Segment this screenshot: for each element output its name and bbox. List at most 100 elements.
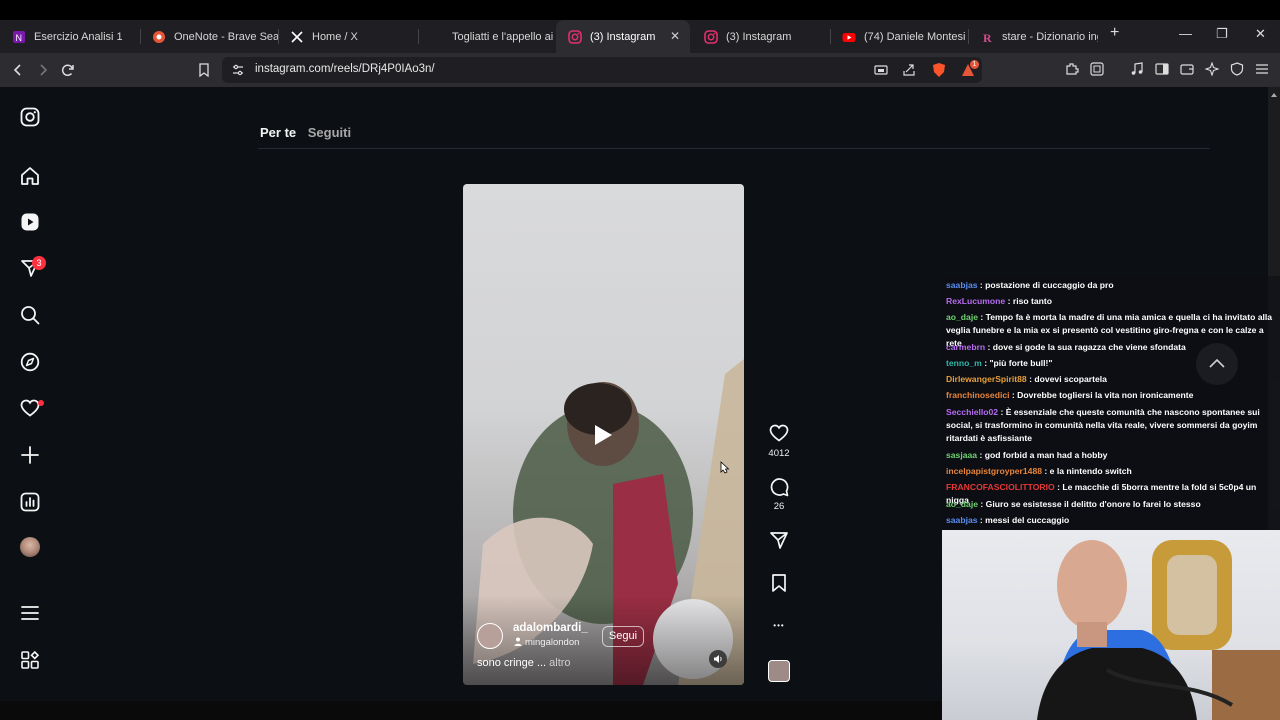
notifications-heart-icon[interactable] [20,398,40,418]
chat-message: franchinosedici : Dovrebbe togliersi la … [946,389,1278,402]
like-heart-icon[interactable] [769,423,789,443]
chat-username: ao_daje [946,499,979,509]
audio-label[interactable]: mingalondon [514,637,579,648]
webcam-feed [1037,540,1280,720]
chat-text: : "più forte bull!" [981,358,1053,368]
close-tab-icon[interactable]: ✕ [670,29,680,43]
chat-text: : e la nintendo switch [1042,466,1132,476]
audio-name: mingalondon [525,637,580,648]
save-bookmark-icon[interactable] [769,573,789,593]
caption-more-link[interactable]: altro [549,657,570,669]
home-icon[interactable] [20,166,40,186]
vpn-icon[interactable] [1230,62,1244,76]
tab-home-x[interactable]: Home / X [278,20,418,53]
minimize-button[interactable]: — [1179,26,1192,41]
tab-title: OneNote - Brave Sear [174,30,278,43]
comment-icon[interactable] [769,477,789,497]
also-from-meta-icon[interactable] [20,650,40,670]
tab-title: stare - Dizionario ingl [1002,30,1098,43]
maximize-button[interactable]: ❐ [1216,26,1228,42]
browser-tab-strip: N Esercizio Analisi 1 OneNote - Brave Se… [0,20,1280,53]
dictionary-icon: R [980,30,994,45]
audio-thumbnail[interactable] [768,660,790,682]
reload-icon[interactable] [59,61,77,79]
like-count: 4012 [768,448,790,459]
chat-message: Secchiello02 : È essenziale che queste c… [946,406,1278,445]
share-icon[interactable] [902,63,916,82]
url-text: instagram.com/reels/DRj4P0IAo3n/ [255,63,435,75]
bookmark-icon[interactable] [195,61,213,79]
chat-username: incelpapistgroyper1488 [946,466,1043,476]
tab-instagram-active[interactable]: (3) Instagram ✕ [556,20,690,53]
chat-text: : Giuro se esistesse il delitto d'onore … [978,499,1201,509]
brave-search-icon [152,30,166,44]
tab-title: Togliatti e l'appello ai [452,30,554,43]
tab-title: (3) Instagram [590,30,656,43]
profile-avatar[interactable] [20,537,40,557]
chat-text: : postazione di cuccaggio da pro [977,280,1114,290]
new-tab-button[interactable]: + [1110,24,1119,42]
tab-title: Home / X [312,30,358,43]
x-logo-icon [290,30,304,44]
mute-button[interactable] [709,650,727,668]
back-icon[interactable] [9,61,27,79]
tab-for-you[interactable]: Per te [260,125,296,140]
more-menu-icon[interactable] [20,603,40,623]
menu-icon[interactable] [1255,62,1269,76]
streamer-webcam [942,530,1280,720]
reel-caption: sono cringe ... altro [477,657,571,669]
mouse-cursor-icon [720,461,730,474]
cast-icon[interactable] [874,63,888,82]
tab-following[interactable]: Seguiti [308,125,351,140]
create-icon[interactable] [20,445,40,465]
tab-esercizio-analisi[interactable]: N Esercizio Analisi 1 [0,20,140,53]
music-icon[interactable] [1130,62,1144,76]
tab-youtube[interactable]: (74) Daniele Montesi [830,20,968,53]
chat-username: carmebrn [946,342,986,352]
comment-count: 26 [773,501,785,512]
address-bar[interactable]: instagram.com/reels/DRj4P0IAo3n/ 1 [222,57,982,83]
close-window-button[interactable]: ✕ [1255,26,1266,42]
chat-username: sasjaaa [946,450,978,460]
dashboard-icon[interactable] [20,492,40,512]
chat-username: RexLucumone [946,296,1006,306]
author-username[interactable]: adalombardi_ [513,622,588,634]
chat-text: : riso tanto [1005,296,1053,306]
chat-username: DirlewangerSpirit88 [946,374,1027,384]
extensions-icon[interactable] [1065,62,1079,76]
follow-button[interactable]: Segui [602,626,644,647]
stream-chat-overlay: saabjas : postazione di cuccaggio da pro… [942,276,1280,530]
site-settings-icon[interactable] [231,63,245,82]
scroll-up-arrow-icon[interactable] [1268,89,1280,101]
chat-username: saabjas [946,515,978,525]
wallet-icon[interactable] [1180,62,1194,76]
search-icon[interactable] [20,305,40,325]
author-avatar[interactable] [477,623,503,649]
chat-message: incelpapistgroyper1488 : e la nintendo s… [946,465,1278,478]
previous-reel-button[interactable] [1196,343,1238,385]
screenshot-icon[interactable] [1090,62,1104,76]
page-icon [430,30,444,44]
chat-text: : god forbid a man had a hobby [977,450,1108,460]
instagram-logo-icon[interactable] [20,107,40,127]
tab-togliatti[interactable]: Togliatti e l'appello ai [418,20,556,53]
leo-ai-icon[interactable] [1204,61,1220,77]
tab-title: (74) Daniele Montesi [864,30,966,43]
more-options-icon[interactable]: ••• [769,616,789,636]
caption-text: sono cringe ... [477,657,547,669]
tab-dizionario[interactable]: R stare - Dizionario ingl [968,20,1098,53]
tab-instagram[interactable]: (3) Instagram [692,20,830,53]
play-icon[interactable] [593,424,613,446]
messages-badge: 3 [32,256,46,270]
tab-title: Esercizio Analisi 1 [34,30,123,43]
instagram-icon [704,29,718,44]
sidebar-toggle-icon[interactable] [1155,62,1169,76]
chat-username: Secchiello02 [946,407,999,417]
explore-icon[interactable] [20,352,40,372]
share-icon[interactable] [769,530,789,550]
reels-icon[interactable] [20,212,40,232]
chat-text: : Dovrebbe togliersi la vita non ironica… [1009,390,1194,400]
forward-icon[interactable] [34,61,52,79]
tab-onenote-brave[interactable]: OneNote - Brave Sear [140,20,278,53]
brave-shields-icon[interactable] [932,62,946,83]
